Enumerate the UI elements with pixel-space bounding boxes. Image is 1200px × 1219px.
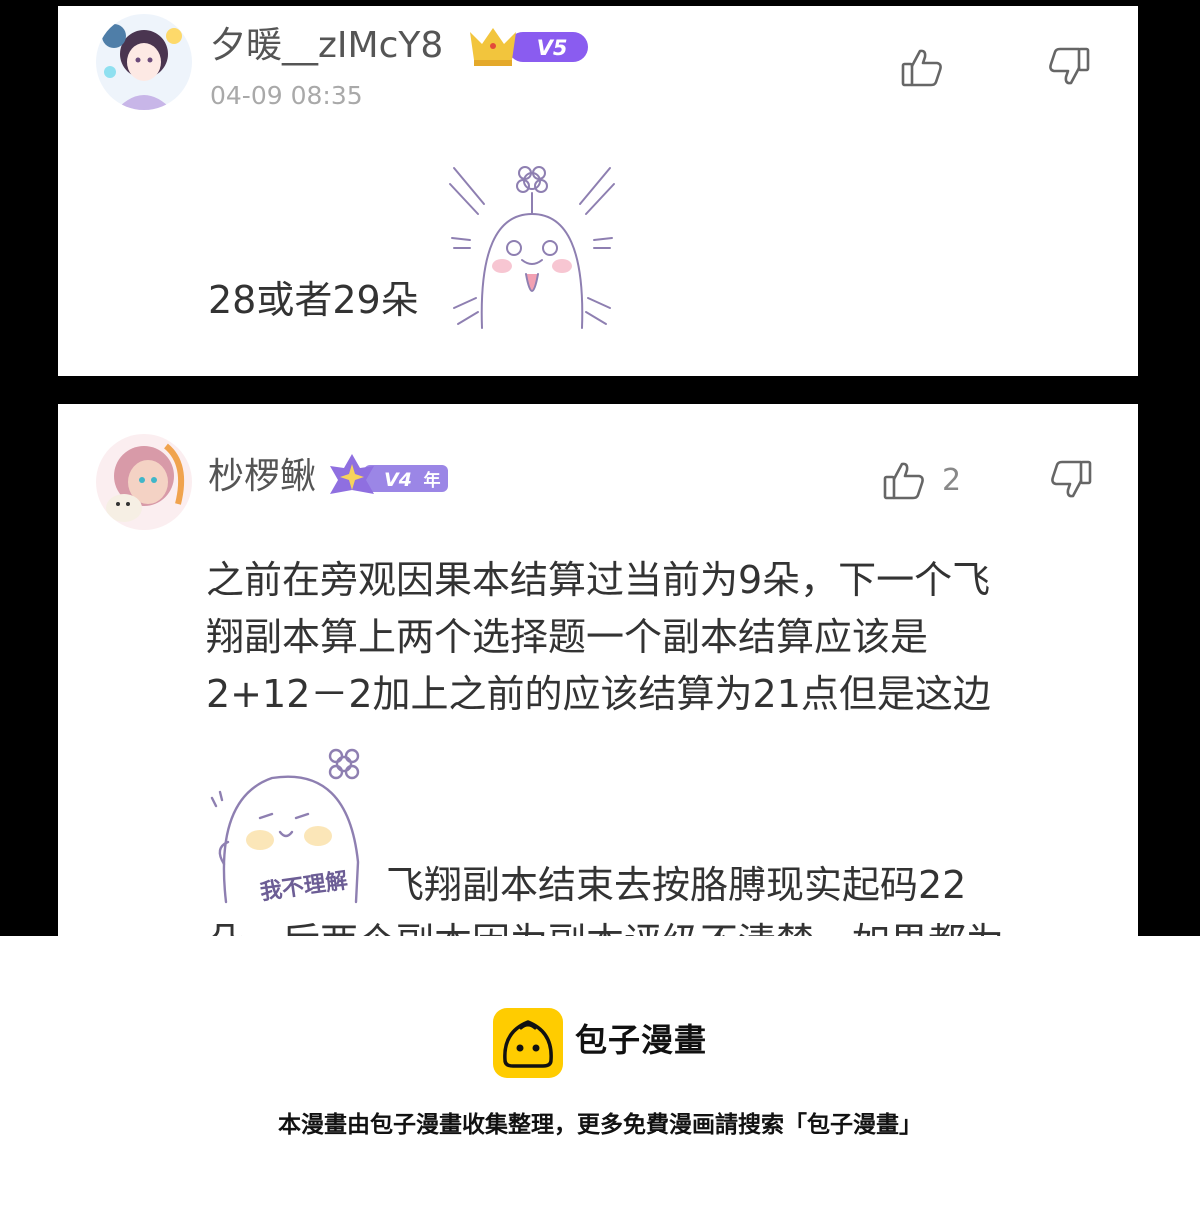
thumbs-up-icon[interactable] — [882, 458, 926, 502]
comment-card: 杪椤鳅 V4 年 2 之前在旁观因果本结算过当前为9朵，下一个飞 翔副本算上两个… — [58, 404, 1138, 936]
username[interactable]: 夕暖__zIMcY8 — [210, 28, 443, 64]
vip-level-badge: V4 年 — [330, 452, 450, 498]
baozi-logo-icon — [493, 1008, 563, 1078]
badge-level-text: V5 — [537, 36, 568, 60]
vip-level-badge: V5 — [468, 24, 590, 70]
crying-bean-sticker — [446, 148, 618, 338]
comment-text-line-cutoff: 朵，后两个副本因为副本评级不清楚，如果都为 — [206, 914, 1004, 936]
comment-text-line: 2+12－2加上之前的应该结算为21点但是这边 — [206, 672, 991, 716]
avatar[interactable] — [96, 434, 192, 530]
thumbs-down-icon[interactable] — [1047, 45, 1091, 89]
watermark-footer — [0, 936, 1200, 1219]
badge-level-text: V4 — [384, 469, 412, 491]
comment-text: 28或者29朵 — [208, 278, 419, 322]
badge-suffix: 年 — [424, 470, 441, 491]
thumbs-up-icon[interactable] — [900, 45, 944, 89]
like-count: 2 — [942, 463, 962, 498]
comment-text-line: 飞翔副本结束去按胳膊现实起码22 — [386, 863, 967, 907]
comment-text-line: 翔副本算上两个选择题一个副本结算应该是 — [206, 615, 929, 659]
comment-timestamp: 04-09 08:35 — [210, 81, 363, 110]
username[interactable]: 杪椤鳅 — [208, 459, 316, 495]
thumbs-down-icon[interactable] — [1049, 458, 1093, 502]
i-dont-understand-sticker: 我不理解 — [206, 742, 378, 910]
footer-note: 本漫畫由包子漫畫收集整理，更多免費漫画請搜索「包子漫畫」 — [278, 1112, 922, 1138]
comment-card: 夕暖__zIMcY8 V5 04-09 08:35 28或者29朵 — [58, 6, 1138, 376]
avatar[interactable] — [96, 14, 192, 110]
brand-name: 包子漫畫 — [575, 1021, 708, 1059]
comment-text-line: 之前在旁观因果本结算过当前为9朵，下一个飞 — [206, 558, 991, 602]
